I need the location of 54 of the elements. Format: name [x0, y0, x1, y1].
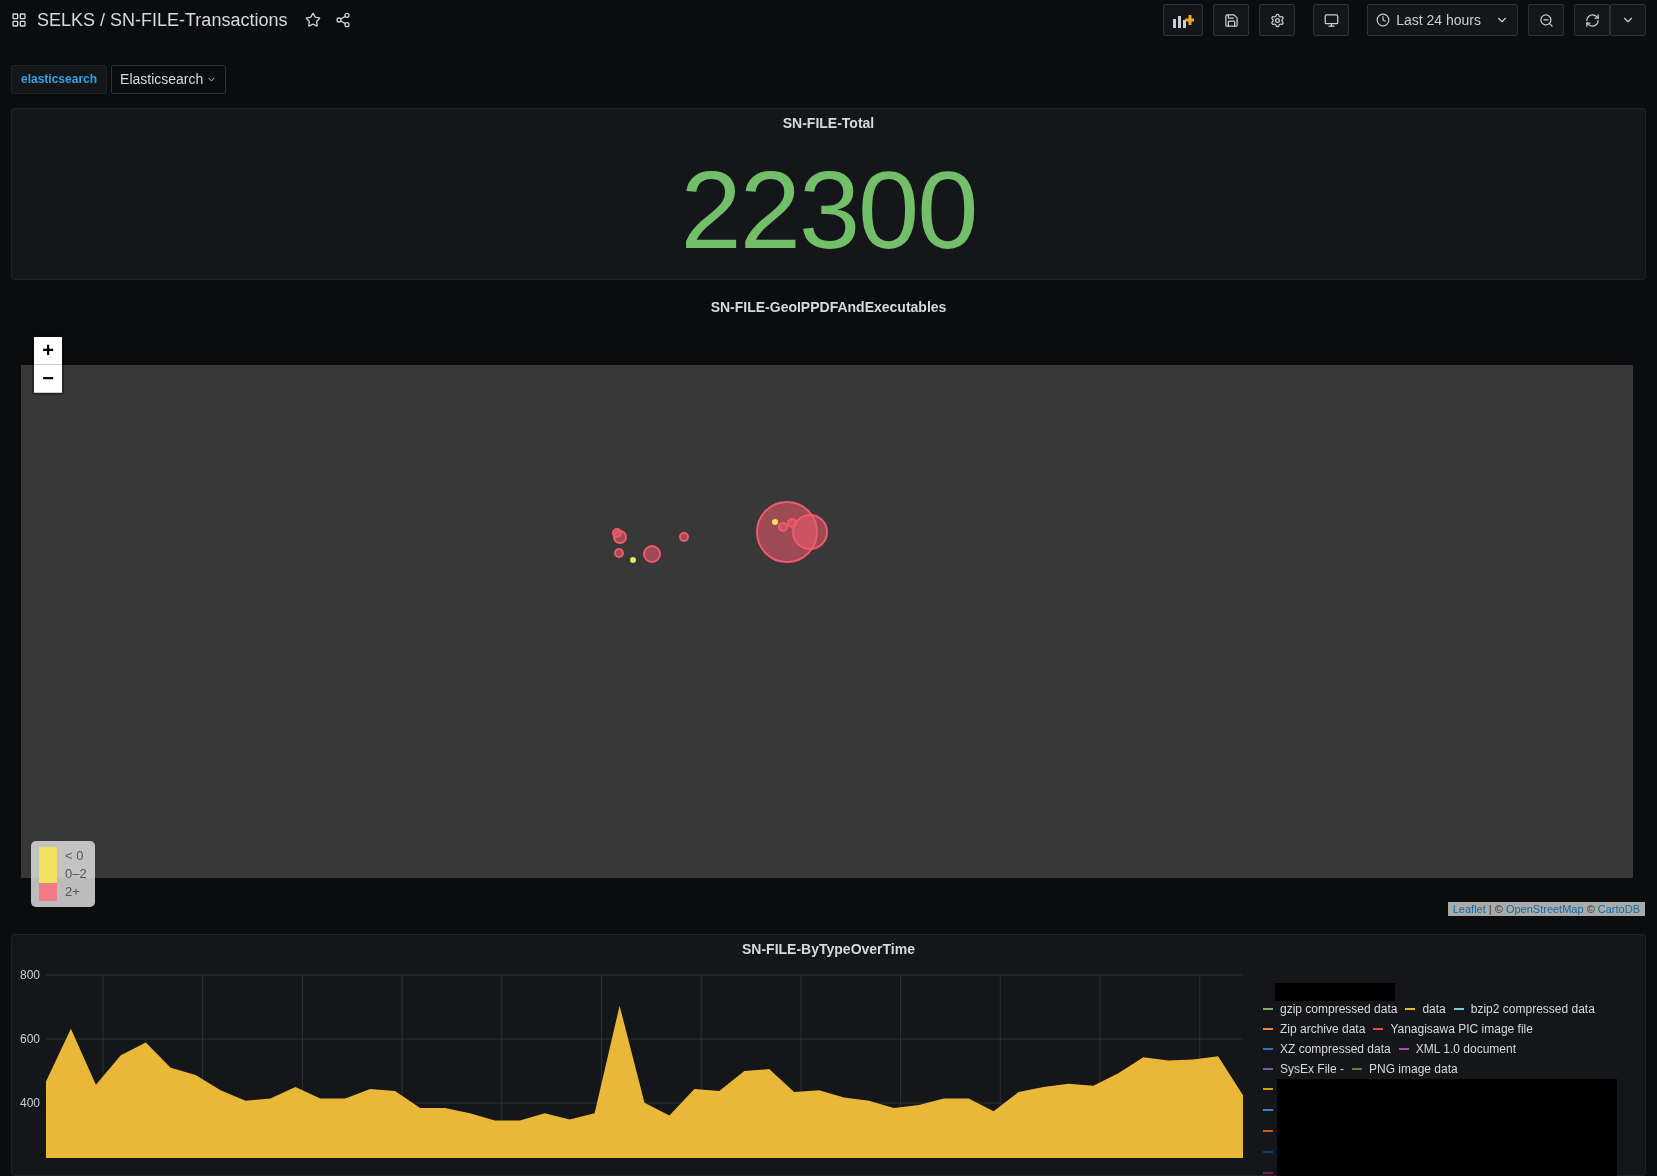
legend-item[interactable]: Zip archive data: [1263, 1021, 1366, 1037]
legend-item[interactable]: XML 1.0 document: [1398, 1041, 1516, 1057]
map-marker[interactable]: [612, 528, 622, 538]
zoom-out-button[interactable]: −: [34, 365, 62, 393]
refresh-button[interactable]: [1574, 4, 1610, 37]
map-marker[interactable]: [778, 522, 788, 532]
monitor-icon: [1323, 12, 1339, 28]
add-panel-button[interactable]: [1163, 4, 1204, 37]
stat-value: 22300: [680, 155, 977, 266]
map-marker[interactable]: [614, 548, 624, 558]
y-axis-label: 600: [19, 1031, 40, 1046]
y-axis-label: 800: [19, 968, 40, 982]
zoom-in-button[interactable]: +: [34, 337, 62, 365]
zoom-out-icon: [1538, 12, 1554, 28]
legend-item[interactable]: gzip compressed data: [1263, 1001, 1398, 1017]
zoom-out-button[interactable]: [1528, 4, 1564, 37]
clock-icon: [1376, 13, 1391, 28]
legend-label: 0–2: [65, 866, 87, 882]
attribution-text: | ©: [1488, 903, 1503, 915]
save-button[interactable]: [1213, 4, 1250, 37]
map-marker[interactable]: [679, 532, 689, 542]
map-marker[interactable]: [787, 518, 797, 528]
map-marker[interactable]: [792, 514, 828, 550]
grid-icon[interactable]: [11, 12, 27, 29]
variable-label: elasticsearch: [11, 64, 108, 95]
view-mode-button[interactable]: [1313, 4, 1350, 37]
legend-item[interactable]: SysEx File -: [1263, 1061, 1344, 1077]
legend-item[interactable]: bzip2 compressed data: [1453, 1001, 1595, 1017]
legend-item[interactable]: XZ compressed data: [1263, 1041, 1391, 1057]
panel-title: SN-FILE-ByTypeOverTime: [742, 941, 915, 957]
variable-dropdown[interactable]: Elasticsearch: [111, 64, 227, 95]
legend-item[interactable]: Yanagisawa PIC image file: [1373, 1021, 1533, 1037]
dashboard-title[interactable]: SELKS / SN-FILE-Transactions: [37, 9, 288, 31]
time-range-label: Last 24 hours: [1396, 12, 1481, 29]
panel-title: SN-FILE-GeoIPPDFAndExecutables: [710, 299, 947, 315]
attribution-text: ©: [1586, 903, 1595, 915]
map-marker[interactable]: [643, 545, 661, 563]
share-icon: [335, 12, 352, 29]
legend-label: < 0: [65, 848, 84, 864]
time-range-picker[interactable]: Last 24 hours: [1367, 4, 1518, 37]
settings-button[interactable]: [1259, 4, 1296, 37]
map-marker[interactable]: [630, 557, 636, 563]
legend-label: 2+: [65, 884, 80, 900]
refresh-icon: [1584, 12, 1600, 28]
settings-icon: [1269, 12, 1285, 28]
star-icon: [305, 12, 322, 29]
panel-title: SN-FILE-Total: [782, 115, 875, 132]
legend-item[interactable]: data: [1405, 1001, 1446, 1017]
save-icon: [1223, 12, 1239, 28]
bar-chart-plus-icon: [1172, 12, 1195, 29]
map-marker[interactable]: [613, 530, 627, 544]
map-marker[interactable]: [772, 519, 778, 525]
legend-item[interactable]: PNG image data: [1352, 1061, 1458, 1077]
y-axis-label: 400: [19, 1095, 40, 1110]
